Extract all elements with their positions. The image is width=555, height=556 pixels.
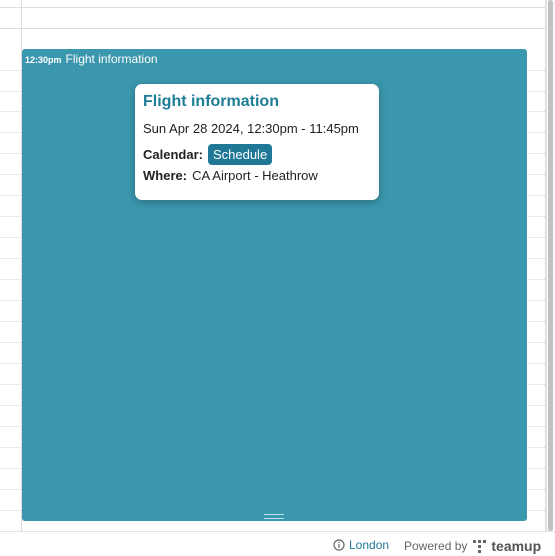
popover-datetime: Sun Apr 28 2024, 12:30pm - 11:45pm: [143, 121, 359, 136]
event-title: Flight information: [65, 52, 158, 66]
popover-where-row: Where: CA Airport - Heathrow: [143, 168, 371, 183]
info-icon: [333, 539, 345, 551]
timezone-label: London: [349, 538, 390, 552]
calendar-label: Calendar:: [143, 147, 203, 162]
where-label: Where:: [143, 168, 188, 183]
event-popover: Flight information Sun Apr 28 2024, 12:3…: [135, 84, 379, 200]
powered-by-text: Powered by: [404, 539, 468, 553]
calendar-badge: Schedule: [207, 144, 273, 165]
event-resize-handle[interactable]: [264, 514, 284, 519]
where-value: CA Airport - Heathrow: [192, 168, 318, 183]
teamup-logo-icon: [473, 539, 487, 553]
scrollbar-thumb[interactable]: [548, 0, 553, 531]
hour-line: [0, 28, 545, 29]
hour-line: [0, 7, 545, 8]
event-header: 12:30pm Flight information: [25, 52, 158, 66]
time-gutter: [0, 0, 22, 531]
brand-name: teamup: [491, 538, 542, 554]
timezone-link[interactable]: London: [333, 538, 389, 552]
footer: London Powered by teamup: [0, 531, 555, 556]
popover-calendar-row: Calendar: Schedule: [143, 144, 371, 165]
event-time: 12:30pm: [25, 55, 62, 65]
powered-by-link[interactable]: Powered by teamup: [404, 538, 541, 554]
popover-title: Flight information: [143, 93, 279, 110]
